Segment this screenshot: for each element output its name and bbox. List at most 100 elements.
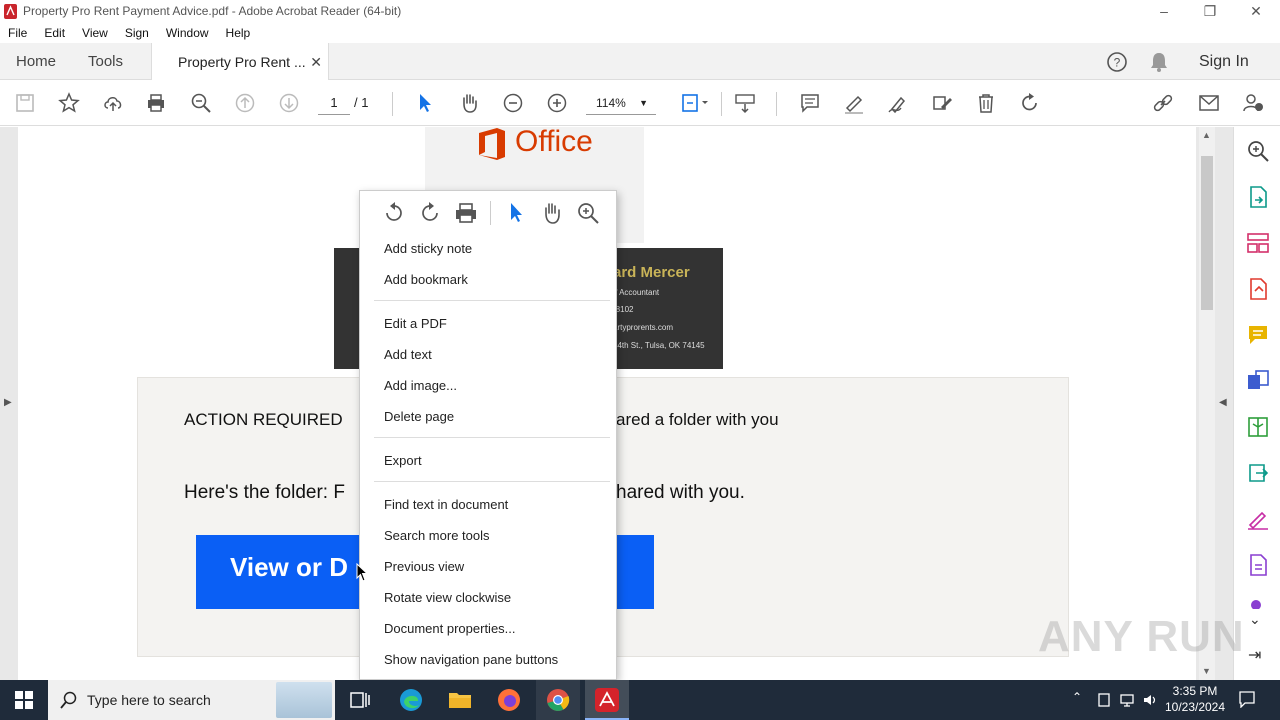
menu-item-add-text[interactable]: Add text (384, 347, 432, 362)
tab-document-label: Property Pro Rent ... (178, 54, 306, 70)
rotate-clockwise-icon[interactable] (418, 201, 442, 225)
title-bar: Property Pro Rent Payment Advice.pdf - A… (0, 0, 1280, 22)
select-cursor-icon[interactable] (504, 201, 528, 225)
network-icon[interactable] (1119, 692, 1135, 708)
next-page-icon[interactable] (276, 90, 302, 116)
compress-pdf-icon[interactable] (1246, 415, 1270, 439)
print-icon[interactable] (454, 201, 478, 225)
comment-icon[interactable] (797, 90, 823, 116)
select-cursor-icon[interactable] (412, 90, 438, 116)
menu-window[interactable]: Window (166, 26, 209, 40)
prev-page-icon[interactable] (232, 90, 258, 116)
menu-sign[interactable]: Sign (125, 26, 149, 40)
right-panel-collapse-icon[interactable]: ◀ (1219, 397, 1227, 408)
create-pdf-icon[interactable] (1246, 185, 1270, 209)
help-icon[interactable]: ? (1106, 51, 1128, 73)
zoom-search-icon[interactable] (1246, 139, 1270, 163)
keyboard-scroll-icon[interactable] (732, 90, 758, 116)
save-icon[interactable] (12, 90, 38, 116)
tray-device-icon[interactable] (1096, 692, 1112, 708)
close-tab-icon[interactable]: ✕ (310, 54, 322, 71)
hand-tool-icon[interactable] (456, 90, 482, 116)
combine-files-icon[interactable] (1246, 369, 1270, 393)
firefox-icon[interactable] (495, 686, 523, 714)
highlight-pen-icon[interactable] (841, 90, 867, 116)
chevron-down-icon[interactable]: ⌄ (1249, 611, 1261, 628)
tab-home[interactable]: Home (16, 43, 56, 80)
restore-button[interactable]: ❐ (1187, 0, 1233, 22)
menu-item-add-image[interactable]: Add image... (384, 378, 457, 393)
rotate-counterclockwise-icon[interactable] (382, 201, 406, 225)
email-icon[interactable] (1196, 90, 1222, 116)
menu-item-search-more-tools[interactable]: Search more tools (384, 528, 490, 543)
scroll-down-icon[interactable]: ▼ (1202, 666, 1211, 676)
menu-item-edit-pdf[interactable]: Edit a PDF (384, 316, 447, 331)
menu-item-find-text[interactable]: Find text in document (384, 497, 508, 512)
menu-item-rotate-clockwise[interactable]: Rotate view clockwise (384, 590, 511, 605)
menu-separator (374, 437, 610, 438)
menu-help[interactable]: Help (226, 26, 251, 40)
tab-document[interactable]: Property Pro Rent ... ✕ (151, 43, 329, 81)
zoom-level-select[interactable]: 114% ▼ (586, 91, 656, 115)
share-link-icon[interactable] (1150, 90, 1176, 116)
page-number-input[interactable]: 1 (318, 91, 350, 115)
folder-intro-text: Here's the folder: F (184, 482, 345, 503)
menu-item-document-properties[interactable]: Document properties... (384, 621, 516, 636)
print-icon[interactable] (143, 90, 169, 116)
windows-start-icon[interactable] (15, 691, 33, 709)
bell-icon[interactable] (1149, 51, 1169, 73)
acrobat-taskbar-button[interactable] (585, 680, 629, 720)
edge-browser-icon[interactable] (397, 686, 425, 714)
more-tools-icon[interactable] (1246, 597, 1270, 609)
toolbar-divider (392, 92, 393, 116)
notification-center-icon[interactable] (1238, 690, 1256, 708)
minimize-button[interactable]: – (1141, 0, 1187, 22)
rotate-icon[interactable] (1017, 90, 1043, 116)
menu-item-export[interactable]: Export (384, 453, 422, 468)
fill-sign-tool-icon[interactable] (1246, 507, 1270, 531)
task-view-icon[interactable] (346, 686, 374, 714)
draw-pen-icon[interactable] (885, 90, 911, 116)
tab-tools[interactable]: Tools (88, 43, 123, 80)
zoom-in-icon[interactable] (544, 90, 570, 116)
menu-item-add-bookmark[interactable]: Add bookmark (384, 272, 468, 287)
collapse-panel-icon[interactable]: ⇥ (1248, 645, 1261, 665)
upload-cloud-icon[interactable] (100, 90, 126, 116)
menu-view[interactable]: View (82, 26, 108, 40)
context-menu: Add sticky note Add bookmark Edit a PDF … (359, 190, 617, 680)
page-fit-icon[interactable] (678, 90, 712, 116)
protect-pdf-icon[interactable] (1246, 553, 1270, 577)
comment-tool-icon[interactable] (1246, 323, 1270, 347)
menu-item-add-sticky-note[interactable]: Add sticky note (384, 241, 472, 256)
sign-in-button[interactable]: Sign In (1199, 43, 1249, 80)
page-total: / 1 (354, 95, 369, 110)
toolbar: 1 / 1 114% ▼ (0, 80, 1280, 126)
taskbar-clock[interactable]: 3:35 PM 10/23/2024 (1160, 683, 1230, 715)
menu-item-delete-page[interactable]: Delete page (384, 409, 454, 424)
delete-trash-icon[interactable] (973, 90, 999, 116)
menu-item-show-navigation-pane-buttons[interactable]: Show navigation pane buttons (384, 652, 558, 667)
menu-file[interactable]: File (8, 26, 27, 40)
taskbar-search-box[interactable]: Type here to search (48, 680, 335, 720)
scrollbar-thumb[interactable] (1201, 156, 1213, 310)
fill-sign-icon[interactable] (929, 90, 955, 116)
add-user-icon[interactable] (1240, 90, 1266, 116)
shared-folder-text: ared a folder with you (616, 410, 779, 429)
tray-chevron-up-icon[interactable]: ⌃ (1072, 690, 1082, 704)
zoom-in-icon[interactable] (576, 201, 600, 225)
scroll-up-icon[interactable]: ▲ (1202, 130, 1211, 140)
tab-bar: Home Tools Property Pro Rent ... ✕ ? Sig… (0, 43, 1280, 81)
menu-edit[interactable]: Edit (44, 26, 65, 40)
left-panel-expand-icon[interactable]: ▶ (4, 397, 12, 408)
menu-item-previous-view[interactable]: Previous view (384, 559, 464, 574)
zoom-search-icon[interactable] (188, 90, 214, 116)
send-for-review-icon[interactable] (1246, 461, 1270, 485)
volume-icon[interactable] (1142, 692, 1158, 708)
hand-tool-icon[interactable] (540, 201, 564, 225)
close-window-button[interactable]: ✕ (1233, 0, 1279, 22)
organize-pages-icon[interactable] (1246, 231, 1270, 255)
zoom-out-icon[interactable] (500, 90, 526, 116)
export-pdf-icon[interactable] (1246, 277, 1270, 301)
star-icon[interactable] (56, 90, 82, 116)
file-explorer-icon[interactable] (446, 686, 474, 714)
